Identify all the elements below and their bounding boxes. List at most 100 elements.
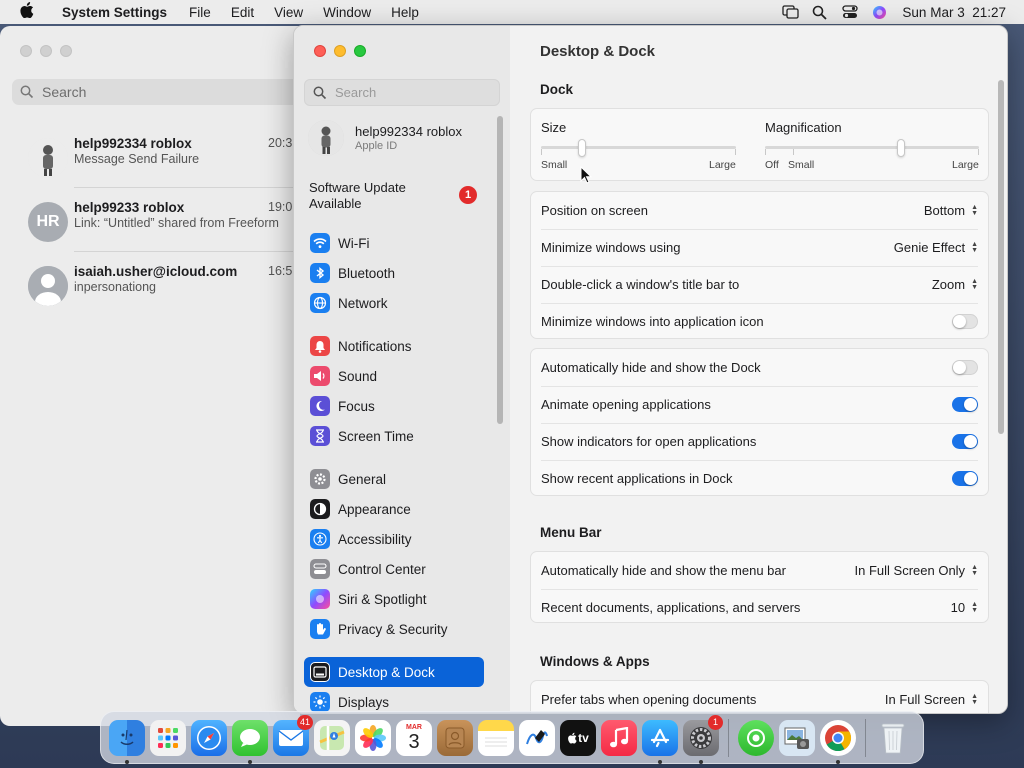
safari-icon[interactable] [191, 719, 227, 756]
settings-search-input[interactable]: Search [304, 79, 500, 106]
content-scrollbar[interactable] [998, 80, 1004, 434]
size-slider[interactable] [541, 139, 736, 159]
close-button[interactable] [20, 45, 32, 57]
apple-id-account[interactable]: help992334 roblox Apple ID [308, 120, 498, 158]
spotlight-search-icon[interactable] [812, 5, 828, 20]
sidebar-item-accessibility[interactable]: Accessibility [304, 525, 484, 553]
sidebar-item-bluetooth[interactable]: Bluetooth [304, 259, 484, 287]
setting-row-show-recent[interactable]: Show recent applications in Dock [541, 460, 978, 497]
setting-row-double-click[interactable]: Double-click a window's title bar to Zoo… [541, 266, 978, 303]
zoom-button[interactable] [60, 45, 72, 57]
menu-view[interactable]: View [264, 5, 313, 20]
tv-label: tv [578, 730, 589, 745]
find-my-icon[interactable] [738, 719, 774, 756]
finder-icon[interactable] [109, 719, 145, 764]
menu-clock[interactable]: Sun Mar 3 21:27 [902, 5, 1006, 20]
setting-row-position[interactable]: Position on screen Bottom ▲ ▼ [541, 192, 978, 229]
minimize-into-icon-toggle[interactable] [952, 314, 978, 329]
software-update-item[interactable]: Software Update Available [309, 180, 459, 212]
setting-row-minimize-effect[interactable]: Minimize windows using Genie Effect ▲ ▼ [541, 229, 978, 266]
account-name: help992334 roblox [355, 124, 462, 139]
close-button[interactable] [314, 45, 326, 57]
setting-row-prefer-tabs[interactable]: Prefer tabs when opening documents In Fu… [541, 681, 978, 713]
siri-menu-icon[interactable] [872, 5, 888, 19]
menu-file[interactable]: File [179, 5, 221, 20]
setting-row-autohide-menubar[interactable]: Automatically hide and show the menu bar… [541, 552, 978, 589]
slider-thumb[interactable] [897, 139, 905, 157]
autohide-dock-toggle[interactable] [952, 360, 978, 375]
setting-row-minimize-into-icon[interactable]: Minimize windows into application icon [541, 303, 978, 340]
maps-icon[interactable] [314, 719, 350, 756]
sidebar-item-focus[interactable]: Focus [304, 392, 484, 420]
sidebar-item-network[interactable]: Network [304, 289, 484, 317]
photos-icon[interactable] [355, 719, 391, 756]
mail-icon[interactable]: 41 [273, 714, 313, 756]
sidebar-item-siri-spotlight[interactable]: Siri & Spotlight [304, 585, 484, 613]
screen-mirroring-icon[interactable] [782, 5, 800, 19]
trash-icon[interactable] [875, 720, 911, 756]
sidebar-item-control-center[interactable]: Control Center [304, 555, 484, 583]
minimize-button[interactable] [40, 45, 52, 57]
sidebar-item-label: Appearance [338, 501, 411, 517]
sidebar-item-privacy-security[interactable]: Privacy & Security [304, 615, 484, 643]
minimize-button[interactable] [334, 45, 346, 57]
windows-apps-panel: Prefer tabs when opening documents In Fu… [530, 680, 989, 713]
conversation-item[interactable]: help992334 roblox Message Send Failure 2… [0, 124, 300, 188]
setting-row-autohide-dock[interactable]: Automatically hide and show the Dock [541, 349, 978, 386]
setting-row-show-indicators[interactable]: Show indicators for open applications [541, 423, 978, 460]
prefer-tabs-popup[interactable]: In Full Screen ▲ ▼ [885, 692, 978, 707]
system-settings-icon[interactable]: 1 [683, 714, 723, 764]
zoom-button[interactable] [354, 45, 366, 57]
chevron-updown-icon: ▲ ▼ [971, 600, 978, 614]
autohide-menubar-popup[interactable]: In Full Screen Only ▲ ▼ [855, 563, 978, 578]
dock-divider [728, 718, 729, 757]
freeform-icon[interactable] [519, 719, 555, 756]
sidebar-item-appearance[interactable]: Appearance [304, 495, 484, 523]
apple-tv-icon[interactable]: tv [560, 719, 596, 756]
sidebar-item-notifications[interactable]: Notifications [304, 332, 484, 360]
music-icon[interactable] [601, 719, 637, 756]
menu-app-name[interactable]: System Settings [52, 5, 179, 20]
animate-opening-toggle[interactable] [952, 397, 978, 412]
preview-icon[interactable] [779, 719, 815, 756]
show-indicators-toggle[interactable] [952, 434, 978, 449]
menu-help[interactable]: Help [381, 5, 429, 20]
control-center-menu-icon[interactable] [842, 5, 859, 19]
chrome-icon[interactable] [820, 719, 856, 764]
sidebar-scrollbar[interactable] [497, 116, 503, 424]
position-popup[interactable]: Bottom ▲ ▼ [924, 203, 978, 218]
slider-thumb[interactable] [578, 139, 586, 157]
setting-row-recent-items[interactable]: Recent documents, applications, and serv… [541, 589, 978, 626]
calendar-icon[interactable]: MAR 3 [396, 719, 432, 756]
hourglass-icon [310, 426, 330, 446]
show-recent-toggle[interactable] [952, 471, 978, 486]
conversation-time: 20:3 [268, 136, 293, 150]
minimize-effect-popup[interactable]: Genie Effect ▲ ▼ [894, 240, 978, 255]
contacts-icon[interactable] [437, 719, 473, 756]
sidebar-item-wifi[interactable]: Wi-Fi [304, 229, 484, 257]
sidebar-item-desktop-dock[interactable]: Desktop & Dock [304, 657, 484, 687]
launchpad-icon[interactable] [150, 719, 186, 756]
notes-icon[interactable] [478, 719, 514, 756]
messages-search-input[interactable]: Search [12, 79, 302, 105]
menu-edit[interactable]: Edit [221, 5, 264, 20]
menu-window[interactable]: Window [313, 5, 381, 20]
app-store-icon[interactable] [642, 719, 678, 764]
conversation-item[interactable]: isaiah.usher@icloud.com inpersonationg 1… [0, 252, 300, 316]
sidebar-item-screen-time[interactable]: Screen Time [304, 422, 484, 450]
apple-menu-icon[interactable] [0, 1, 52, 23]
magnification-slider[interactable] [765, 139, 979, 159]
sidebar-item-general[interactable]: General [304, 465, 484, 493]
messages-icon[interactable] [232, 719, 268, 764]
recent-items-popup[interactable]: 10 ▲ ▼ [951, 600, 978, 615]
toggle-knob [964, 398, 977, 411]
chevron-updown-icon: ▲ ▼ [971, 240, 978, 254]
setting-row-animate-opening[interactable]: Animate opening applications [541, 386, 978, 423]
slider-tick [735, 149, 736, 155]
dock-sliders-panel: Size Small Large Magnification Off Small… [530, 108, 989, 181]
update-badge: 1 [459, 186, 477, 204]
double-click-popup[interactable]: Zoom ▲ ▼ [932, 277, 978, 292]
toggle-knob [953, 315, 966, 328]
sidebar-item-sound[interactable]: Sound [304, 362, 484, 390]
conversation-item[interactable]: HR help99233 roblox Link: “Untitled” sha… [0, 188, 300, 252]
